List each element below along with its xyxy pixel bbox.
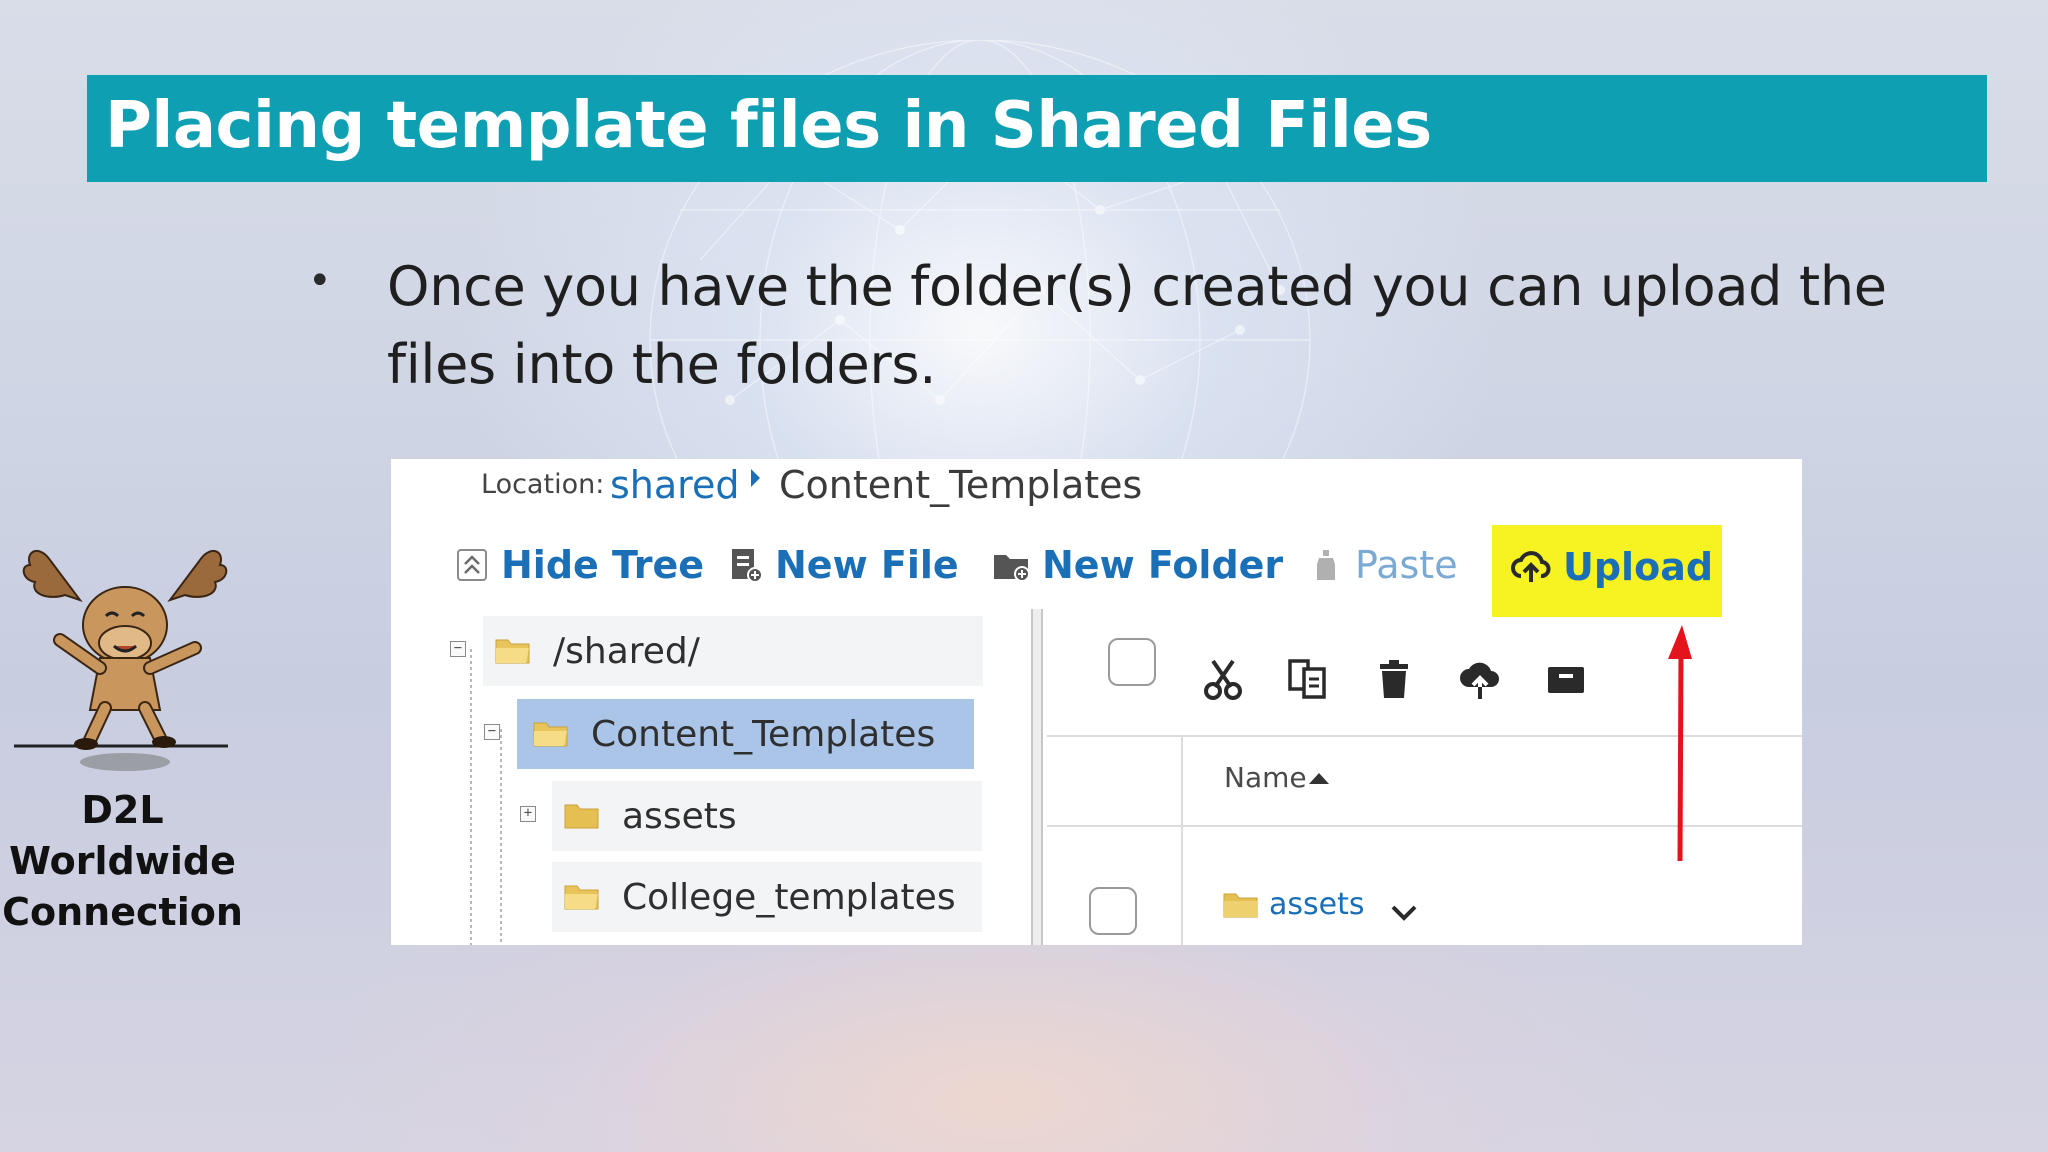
new-folder-icon	[992, 548, 1030, 582]
hide-tree-button[interactable]: Hide Tree	[455, 539, 704, 591]
shared-files-screenshot: Location: shared Content_Templates Hide …	[391, 459, 1802, 945]
new-file-icon	[729, 548, 763, 583]
paste-button[interactable]: Paste	[1309, 539, 1458, 591]
grid-column-divider	[1181, 737, 1183, 945]
delete-icon[interactable]	[1372, 657, 1416, 701]
tree-item-label: College_templates	[622, 876, 956, 918]
upload-label: Upload	[1563, 545, 1714, 589]
red-arrow-annotation	[1668, 625, 1692, 862]
sort-ascending-icon[interactable]	[1309, 773, 1329, 784]
tree-item-assets[interactable]: assets	[552, 781, 982, 851]
folder-open-icon	[533, 722, 568, 747]
cut-icon[interactable]	[1201, 657, 1245, 701]
select-all-checkbox[interactable]	[1108, 638, 1156, 686]
folder-icon	[564, 804, 599, 829]
pane-splitter[interactable]	[1031, 609, 1043, 945]
new-folder-label: New Folder	[1042, 543, 1284, 587]
brand-line-1: D2L	[81, 788, 164, 832]
bullet-marker: •	[308, 258, 332, 304]
archive-icon[interactable]	[1544, 657, 1588, 701]
folder-open-icon	[564, 885, 599, 910]
tree-toggle-content-templates[interactable]: −	[484, 724, 500, 740]
slide-title-bar: Placing template files in Shared Files	[87, 75, 1987, 182]
folder-open-icon	[495, 639, 530, 664]
slide-title: Placing template files in Shared Files	[105, 89, 1432, 163]
breadcrumb-separator-icon	[751, 469, 760, 487]
upload-button[interactable]: Upload	[1511, 541, 1713, 593]
tree-item-college-templates[interactable]: College_templates	[552, 862, 982, 932]
paste-label: Paste	[1355, 543, 1458, 587]
tree-item-shared[interactable]: /shared/	[483, 616, 983, 686]
file-row-assets-link[interactable]: assets	[1269, 887, 1365, 922]
new-file-button[interactable]: New File	[729, 539, 959, 591]
location-label: Location:	[481, 469, 605, 500]
brand-name: D2L Worldwide Connection	[0, 785, 245, 938]
breadcrumb-shared-link[interactable]: shared	[610, 463, 739, 507]
bullet-text: Once you have the folder(s) created you …	[387, 255, 1887, 396]
brand-line-2: Worldwide	[9, 839, 236, 883]
moose-mascot-logo	[14, 550, 228, 771]
collapse-up-icon	[455, 548, 489, 582]
brand-line-3: Connection	[2, 890, 243, 934]
folder-icon	[1223, 893, 1258, 918]
hide-tree-label: Hide Tree	[501, 543, 705, 587]
breadcrumb-current-folder: Content_Templates	[779, 463, 1143, 507]
tree-item-label: assets	[622, 795, 737, 837]
cloud-upload-action-icon[interactable]	[1458, 657, 1502, 701]
new-file-label: New File	[775, 543, 959, 587]
tree-item-content-templates[interactable]: Content_Templates	[517, 699, 974, 769]
paste-icon	[1309, 548, 1343, 582]
cloud-upload-icon	[1511, 550, 1551, 584]
tree-toggle-shared[interactable]: −	[450, 641, 466, 657]
copy-icon[interactable]	[1286, 657, 1330, 701]
name-column-header[interactable]: Name	[1224, 761, 1307, 794]
row-checkbox[interactable]	[1089, 887, 1137, 935]
tree-toggle-assets[interactable]: +	[520, 806, 536, 822]
tree-item-label: /shared/	[553, 630, 700, 672]
tree-item-label: Content_Templates	[591, 713, 936, 755]
chevron-down-icon[interactable]	[1389, 903, 1419, 923]
new-folder-button[interactable]: New Folder	[992, 539, 1283, 591]
